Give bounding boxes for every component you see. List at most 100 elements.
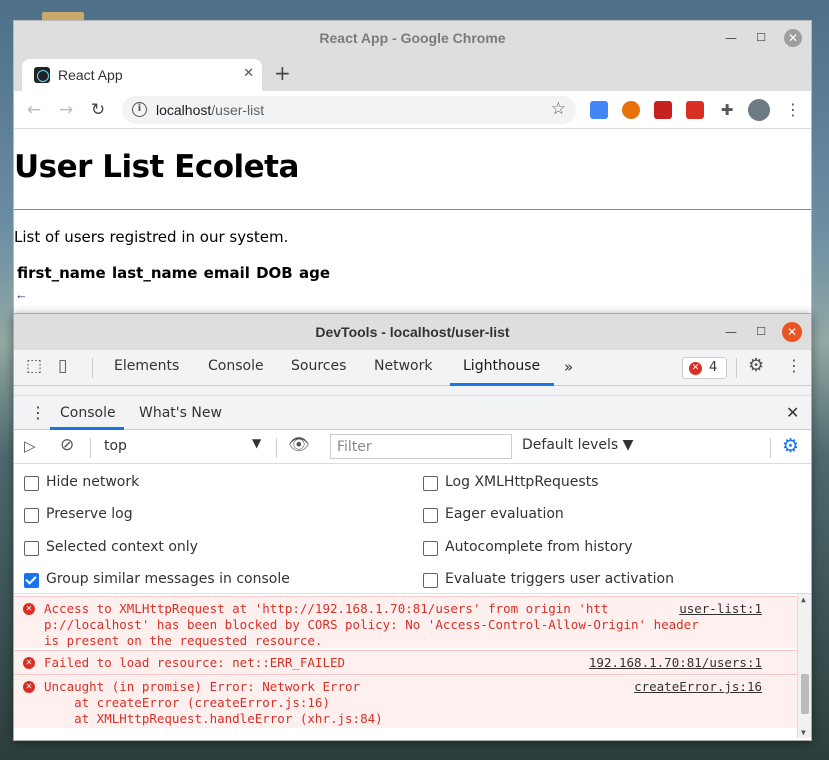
url-host: localhost bbox=[156, 102, 212, 118]
page-title: User List Ecoleta bbox=[14, 149, 299, 185]
settings-gear-icon[interactable]: ⚙ bbox=[748, 355, 764, 376]
hide-network-label: Hide network bbox=[46, 474, 140, 490]
console-error-message[interactable]: ✕ Uncaught (in promise) Error: Network E… bbox=[14, 674, 798, 728]
book-extension-icon[interactable] bbox=[654, 101, 672, 119]
message-source-link[interactable]: createError.js:16 bbox=[634, 679, 762, 694]
browser-toolbar: ← → ↻ i localhost/user-list ☆ ✚ ⋮ bbox=[14, 91, 811, 129]
console-scrollbar[interactable]: ▲ ▼ bbox=[797, 594, 811, 738]
extensions-puzzle-icon[interactable]: ✚ bbox=[718, 101, 736, 119]
hide-network-checkbox[interactable] bbox=[24, 476, 39, 491]
message-line: Failed to load resource: net::ERR_FAILED bbox=[44, 655, 346, 670]
live-expression-eye-icon[interactable]: 👁 bbox=[288, 435, 310, 455]
url-text[interactable]: localhost/user-list bbox=[156, 102, 264, 118]
fire-extension-icon[interactable] bbox=[622, 101, 640, 119]
tab-react-app[interactable]: React App ✕ bbox=[22, 59, 262, 91]
preserve-log-checkbox[interactable] bbox=[24, 508, 39, 523]
col-first-name: first_name bbox=[17, 264, 106, 282]
console-error-message[interactable]: ✕ Access to XMLHttpRequest at 'http://19… bbox=[14, 596, 798, 648]
devtools-maximize-icon[interactable]: ☐ bbox=[752, 323, 770, 341]
tab-sources[interactable]: Sources bbox=[291, 358, 346, 374]
devtools-minimize-icon[interactable]: — bbox=[722, 323, 740, 341]
chrome-titlebar[interactable]: React App - Google Chrome — ☐ ✕ bbox=[14, 21, 811, 55]
drawer-tab-whats-new[interactable]: What's New bbox=[139, 405, 222, 421]
tab-console[interactable]: Console bbox=[208, 358, 264, 374]
evaluate-triggers-label: Evaluate triggers user activation bbox=[445, 571, 674, 587]
message-line: Uncaught (in promise) Error: Network Err… bbox=[44, 679, 361, 694]
context-selector[interactable]: top bbox=[104, 438, 127, 454]
red-extension-icon[interactable] bbox=[686, 101, 704, 119]
col-email: email bbox=[203, 264, 250, 282]
preserve-log-label: Preserve log bbox=[46, 506, 133, 522]
window-title: React App - Google Chrome bbox=[319, 30, 506, 46]
profile-avatar[interactable] bbox=[748, 99, 770, 121]
site-info-icon[interactable]: i bbox=[132, 102, 147, 117]
message-line: p://localhost' has been blocked by CORS … bbox=[44, 617, 699, 632]
error-count-badge[interactable]: ✕ 4 bbox=[682, 357, 727, 379]
autocomplete-history-checkbox[interactable] bbox=[423, 541, 438, 556]
reload-icon[interactable]: ↻ bbox=[86, 98, 110, 122]
devtools-close-icon[interactable]: ✕ bbox=[782, 322, 802, 342]
message-line: at createError (createError.js:16) bbox=[44, 695, 330, 710]
toolbar-separator bbox=[92, 358, 93, 378]
evaluate-triggers-checkbox[interactable] bbox=[423, 573, 438, 588]
group-similar-checkbox[interactable] bbox=[24, 573, 39, 588]
devtools-window: DevTools - localhost/user-list — ☐ ✕ ⬚ ▯… bbox=[13, 313, 812, 741]
col-dob: DOB bbox=[256, 264, 293, 282]
toolbar-separator bbox=[276, 438, 277, 458]
console-settings-gear-icon[interactable]: ⚙ bbox=[782, 436, 802, 456]
console-settings-pane: Hide network Preserve log Selected conte… bbox=[14, 464, 811, 594]
more-tabs-chevron-icon[interactable]: » bbox=[564, 358, 573, 376]
drawer-tab-console[interactable]: Console bbox=[60, 405, 116, 421]
drawer-close-icon[interactable]: ✕ bbox=[786, 403, 799, 422]
tab-close-icon[interactable]: ✕ bbox=[243, 66, 254, 81]
drawer-menu-icon[interactable]: ⋮ bbox=[30, 403, 46, 422]
bookmark-star-icon[interactable]: ☆ bbox=[551, 99, 566, 119]
sidebar-toggle-icon[interactable]: ▷ bbox=[24, 437, 36, 455]
google-translate-extension-icon[interactable] bbox=[590, 101, 608, 119]
chrome-menu-icon[interactable]: ⋮ bbox=[784, 101, 802, 119]
scroll-down-icon[interactable]: ▼ bbox=[801, 728, 806, 737]
error-icon: ✕ bbox=[23, 681, 35, 693]
inspect-element-icon[interactable]: ⬚ bbox=[26, 356, 42, 376]
console-filter-input[interactable]: Filter bbox=[330, 434, 512, 459]
message-source-link[interactable]: user-list:1 bbox=[673, 601, 762, 616]
header-divider bbox=[14, 209, 811, 210]
message-source-link[interactable]: 192.168.1.70:81/users:1 bbox=[589, 655, 762, 670]
error-icon: ✕ bbox=[23, 657, 35, 669]
scrollbar-thumb[interactable] bbox=[801, 674, 809, 714]
devtools-tab-bar: ⬚ ▯ Elements Console Sources Network Lig… bbox=[14, 350, 811, 386]
device-toolbar-icon[interactable]: ▯ bbox=[58, 356, 67, 376]
devtools-menu-icon[interactable]: ⋮ bbox=[786, 356, 802, 375]
console-error-message[interactable]: ✕ Failed to load resource: net::ERR_FAIL… bbox=[14, 650, 798, 674]
col-last-name: last_name bbox=[111, 264, 198, 282]
minimize-icon[interactable]: — bbox=[722, 29, 740, 47]
eager-eval-label: Eager evaluation bbox=[445, 506, 564, 522]
close-icon[interactable]: ✕ bbox=[784, 29, 802, 47]
error-icon: ✕ bbox=[23, 603, 35, 615]
back-link[interactable]: ← bbox=[15, 287, 28, 302]
context-dropdown-icon[interactable]: ▼ bbox=[252, 436, 261, 450]
new-tab-plus-icon[interactable]: + bbox=[274, 63, 291, 83]
tab-network[interactable]: Network bbox=[374, 358, 432, 374]
tab-lighthouse[interactable]: Lighthouse bbox=[463, 358, 540, 374]
log-xhr-checkbox[interactable] bbox=[423, 476, 438, 491]
toolbar-separator bbox=[736, 358, 737, 378]
maximize-icon[interactable]: ☐ bbox=[752, 29, 770, 47]
tab-elements[interactable]: Elements bbox=[114, 358, 179, 374]
log-xhr-label: Log XMLHttpRequests bbox=[445, 474, 599, 490]
scroll-up-icon[interactable]: ▲ bbox=[801, 595, 806, 604]
message-line: at XMLHttpRequest.handleError (xhr.js:84… bbox=[44, 711, 383, 726]
address-bar[interactable]: i localhost/user-list ☆ bbox=[122, 96, 576, 124]
message-line: Access to XMLHttpRequest at 'http://192.… bbox=[44, 601, 609, 616]
eager-eval-checkbox[interactable] bbox=[423, 508, 438, 523]
selected-context-checkbox[interactable] bbox=[24, 541, 39, 556]
forward-arrow-icon[interactable]: → bbox=[54, 98, 78, 122]
log-levels-dropdown[interactable]: Default levels ▼ bbox=[522, 437, 633, 453]
back-arrow-icon[interactable]: ← bbox=[22, 98, 46, 122]
console-messages: ✕ Access to XMLHttpRequest at 'http://19… bbox=[14, 594, 811, 738]
devtools-titlebar[interactable]: DevTools - localhost/user-list — ☐ ✕ bbox=[14, 314, 811, 350]
tab-title: React App bbox=[58, 67, 123, 83]
toolbar-separator bbox=[90, 438, 91, 458]
chrome-window: React App - Google Chrome — ☐ ✕ React Ap… bbox=[13, 20, 812, 340]
clear-console-icon[interactable]: ⊘ bbox=[60, 435, 74, 455]
